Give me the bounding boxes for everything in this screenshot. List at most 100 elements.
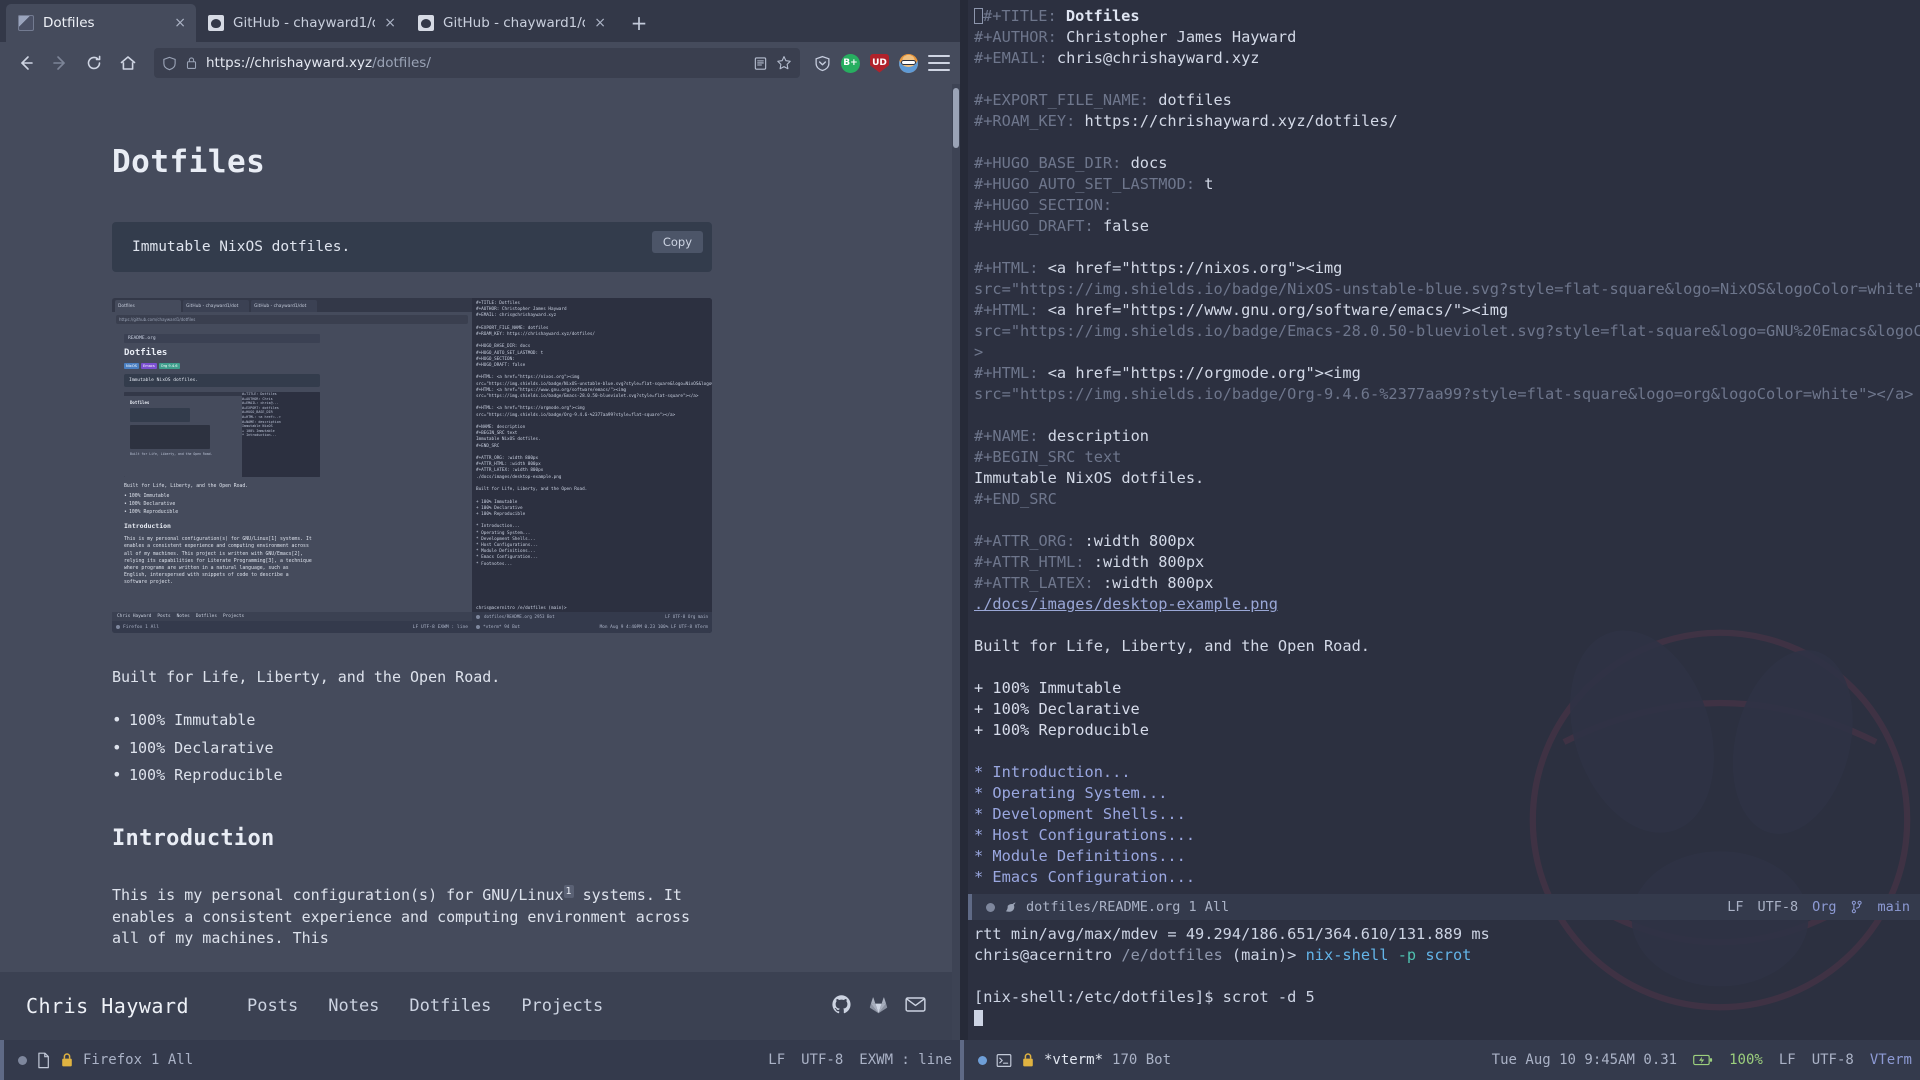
org-line: #+ATTR_HTML: :width 800px <box>968 552 1920 573</box>
org-line: * Emacs Configuration... <box>968 867 1920 888</box>
thumb-badge-nixos: NixOS <box>124 363 139 369</box>
lock-icon[interactable] <box>185 56 198 70</box>
thumb-tagline: Built for Life, Liberty, and the Open Ro… <box>124 484 249 489</box>
thumb-ml-left: dotfiles/README.org 2953 Bot <box>484 614 555 619</box>
thumb-nested-image: Dotfiles Built for Life, Liberty, and th… <box>124 392 320 477</box>
lock-icon <box>1021 1052 1035 1068</box>
org-value: :width 800px <box>1093 553 1205 571</box>
statusbar-encoding: UTF-8 <box>801 1052 844 1068</box>
footer-nav: Posts Notes Dotfiles Projects <box>247 996 603 1016</box>
thumb-feature: 100% Declarative <box>124 501 472 509</box>
dotfiles-favicon-icon <box>18 15 34 31</box>
footer-link-notes[interactable]: Notes <box>328 996 379 1016</box>
org-headline[interactable]: * Development Shells... <box>974 805 1186 823</box>
org-headline[interactable]: * Host Configurations... <box>974 826 1195 844</box>
statusbar-position: 1 All <box>151 1052 194 1068</box>
org-value: :width 800px <box>1102 574 1214 592</box>
bitwarden-icon[interactable]: B+ <box>841 53 860 73</box>
back-button[interactable] <box>10 48 42 78</box>
org-headline[interactable]: * Operating System... <box>974 784 1167 802</box>
forward-button[interactable] <box>44 48 76 78</box>
org-value: src="https://img.shields.io/badge/Emacs-… <box>974 322 1920 340</box>
site-brand[interactable]: Chris Hayward <box>26 994 189 1018</box>
thumb-statusbar-left: Firefox 1 All LF UTF-8 EXWM : line <box>112 621 472 633</box>
thumb-site-footer: Chris Hayward Posts Notes Dotfiles Proje… <box>112 612 472 621</box>
footer-link-projects[interactable]: Projects <box>521 996 603 1016</box>
org-headline[interactable]: * Introduction... <box>974 763 1131 781</box>
url-domain: https://chrishayward.xyz <box>206 55 373 71</box>
tab-close-icon[interactable]: × <box>594 16 606 30</box>
footer-link-dotfiles[interactable]: Dotfiles <box>409 996 491 1016</box>
footnote-ref-1[interactable]: 1 <box>563 885 574 899</box>
org-line: #+ATTR_ORG: :width 800px <box>968 531 1920 552</box>
org-line: #+BEGIN_SRC text <box>968 447 1920 468</box>
bookmark-star-icon[interactable] <box>776 55 792 71</box>
pocket-shield-icon[interactable] <box>814 55 831 72</box>
statusbar-accent-bar <box>960 1040 964 1080</box>
tab-title: Dotfiles <box>43 15 95 31</box>
new-tab-button[interactable]: + <box>622 6 656 40</box>
org-value: :width 800px <box>1084 532 1196 550</box>
org-file-link[interactable]: ./docs/images/desktop-example.png <box>974 595 1278 613</box>
browser-tab-2[interactable]: GitHub - chayward1/dotfi × <box>406 4 616 42</box>
org-buffer[interactable]: #+TITLE: Dotfiles #+AUTHOR: Christopher … <box>968 0 1920 894</box>
tab-close-icon[interactable]: × <box>174 16 186 30</box>
org-line-blank <box>968 657 1920 678</box>
battery-charging-icon <box>1693 1053 1713 1067</box>
ublock-origin-icon[interactable]: UD <box>870 53 889 73</box>
org-value: docs <box>1130 154 1168 172</box>
terminal-line: chris@acernitro /e/dotfiles (main)> nix-… <box>974 945 1920 966</box>
emacs-modeline: dotfiles/README.org 1 All LF UTF-8 Org m… <box>968 894 1920 920</box>
page-content: Dotfiles Immutable NixOS dotfiles. Copy … <box>0 84 760 950</box>
thumb-ml-right: LF UTF-8 Org main <box>665 614 708 619</box>
gitlab-icon[interactable] <box>868 994 889 1019</box>
org-line: #+TITLE: Dotfiles <box>968 6 1920 27</box>
statusbar-eol: LF <box>1778 1052 1796 1068</box>
menu-icon[interactable] <box>928 55 950 71</box>
org-keyword: #+EXPORT_FILE_NAME: <box>974 91 1149 109</box>
url-text[interactable]: https://chrishayward.xyz/dotfiles/ <box>206 55 745 71</box>
thumb-flink: Notes <box>176 614 190 619</box>
page-scrollbar[interactable] <box>952 84 960 1040</box>
tab-close-icon[interactable]: × <box>384 16 396 30</box>
org-value: Christopher James Hayward <box>1066 28 1297 46</box>
org-line: #+EMAIL: chris@chrishayward.xyz <box>968 48 1920 69</box>
org-keyword: #+NAME: <box>974 427 1039 445</box>
reader-view-icon[interactable] <box>753 56 768 71</box>
terminal-cursor <box>974 1010 983 1026</box>
browser-tab-1[interactable]: GitHub - chayward1/dotfi × <box>196 4 406 42</box>
modeline-accent-bar <box>968 894 972 920</box>
url-bar[interactable]: https://chrishayward.xyz/dotfiles/ <box>154 48 800 78</box>
org-line-blank <box>968 405 1920 426</box>
page-title: Dotfiles <box>112 144 266 180</box>
list-item: 100% Immutable <box>112 709 760 732</box>
shield-icon[interactable] <box>162 56 177 71</box>
org-line: #+HUGO_BASE_DIR: docs <box>968 153 1920 174</box>
org-keyword: #+ATTR_LATEX: <box>974 574 1094 592</box>
thumb-term-line: chris@acernitro /e/dotfiles (main)> <box>476 606 567 611</box>
firefox-window: Dotfiles × GitHub - chayward1/dotfi × Gi… <box>0 0 960 1040</box>
profile-avatar-icon[interactable] <box>899 53 918 73</box>
thumb-feature: 100% Immutable <box>124 493 472 501</box>
scrollbar-thumb[interactable] <box>953 88 959 148</box>
mail-icon[interactable] <box>905 994 926 1019</box>
browser-tab-0[interactable]: Dotfiles × <box>6 4 196 42</box>
tab-title: GitHub - chayward1/dotfi <box>443 15 585 31</box>
terminal-icon <box>996 1053 1012 1068</box>
copy-button[interactable]: Copy <box>651 231 703 253</box>
list-item: 100% Reproducible <box>112 764 760 787</box>
org-headline[interactable]: * Emacs Configuration... <box>974 868 1195 886</box>
thumb-emacs: #+TITLE: Dotfiles #+AUTHOR: Christopher … <box>472 298 712 633</box>
org-line: #+HUGO_DRAFT: false <box>968 216 1920 237</box>
org-value: description <box>1047 427 1149 445</box>
footer-link-posts[interactable]: Posts <box>247 996 298 1016</box>
org-headline[interactable]: * Module Definitions... <box>974 847 1186 865</box>
statusbar-major-mode: VTerm <box>1869 1052 1912 1068</box>
thumb-tab-label: GitHub - chayward1/dot <box>186 303 239 309</box>
thumb-feature-list: 100% Immutable 100% Declarative 100% Rep… <box>124 493 472 516</box>
home-button[interactable] <box>112 48 144 78</box>
reload-button[interactable] <box>78 48 110 78</box>
vterm-buffer[interactable]: rtt min/avg/max/mdev = 49.294/186.651/36… <box>968 920 1920 1040</box>
github-icon[interactable] <box>831 994 852 1019</box>
org-keyword: #+HUGO_DRAFT: <box>974 217 1094 235</box>
